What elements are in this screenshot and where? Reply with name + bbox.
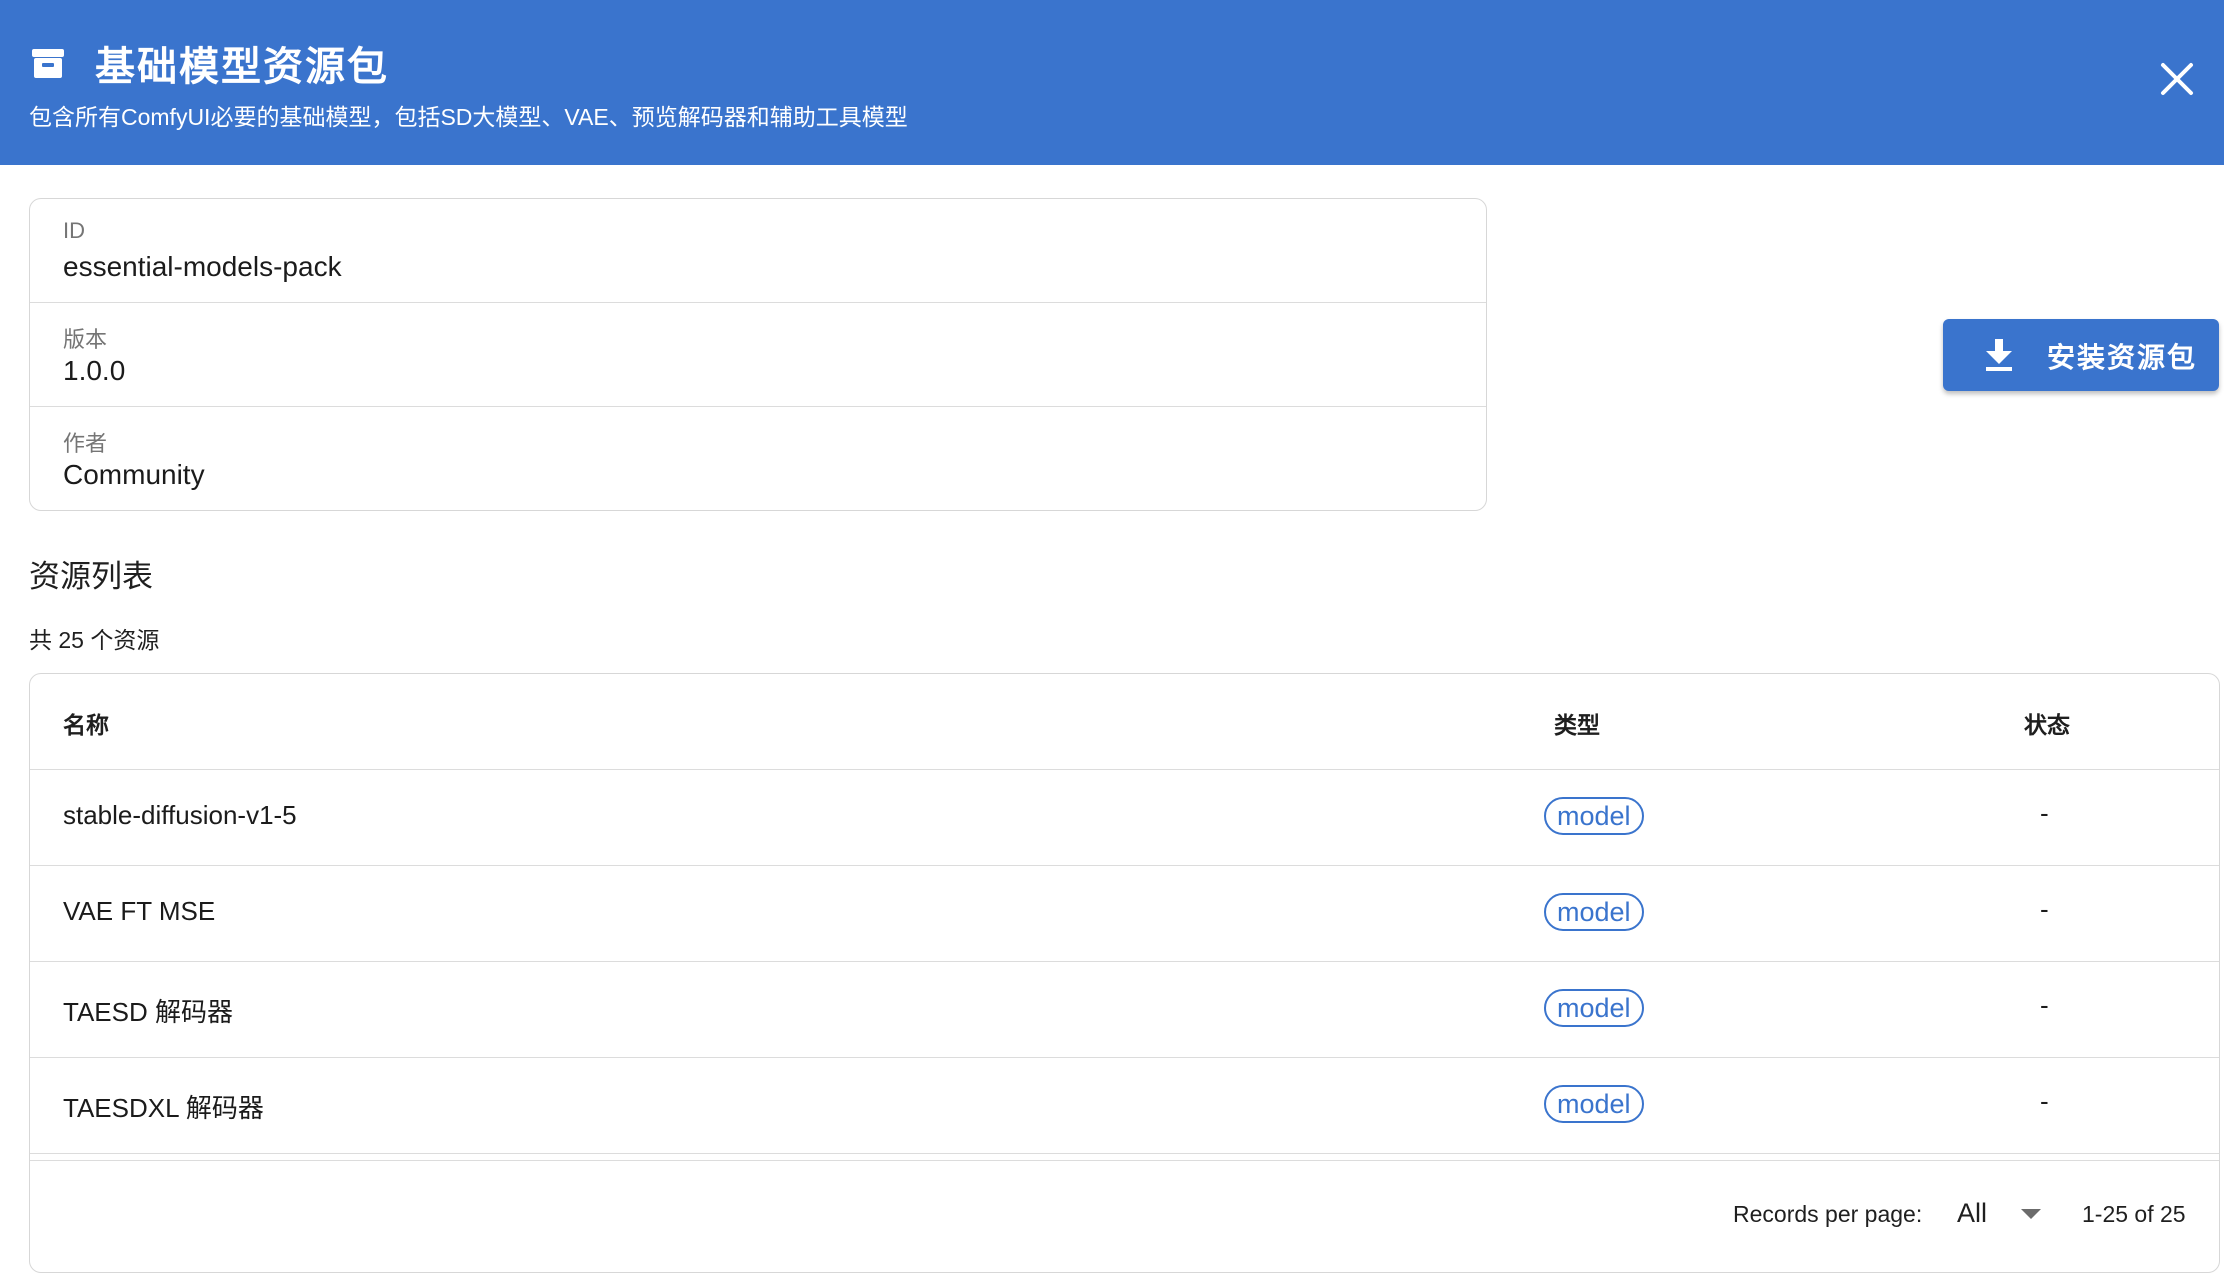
- resource-count: 共 25 个资源: [29, 627, 160, 653]
- resource-table: 名称 类型 状态 stable-diffusion-v1-5 model - V…: [29, 673, 2220, 1273]
- id-label: ID: [63, 218, 85, 243]
- download-icon: [1986, 339, 2012, 371]
- dialog-subtitle: 包含所有ComfyUI必要的基础模型，包括SD大模型、VAE、预览解码器和辅助工…: [29, 104, 908, 130]
- close-icon[interactable]: [2155, 57, 2199, 101]
- table-row[interactable]: stable-diffusion-v1-5 model -: [30, 770, 2219, 866]
- info-row-id: ID essential-models-pack: [30, 199, 1486, 303]
- resource-status: -: [2040, 894, 2049, 924]
- table-row[interactable]: TAESDXL 解码器 model -: [30, 1058, 2219, 1154]
- resource-status: -: [2040, 798, 2049, 828]
- id-value: essential-models-pack: [63, 251, 342, 282]
- version-label: 版本: [63, 327, 108, 352]
- author-label: 作者: [63, 431, 108, 456]
- resource-name: TAESD 解码器: [63, 997, 233, 1027]
- resource-status: -: [2040, 1086, 2049, 1116]
- type-chip: model: [1544, 1085, 1644, 1123]
- type-chip: model: [1544, 893, 1644, 931]
- table-row[interactable]: TAESD 解码器 model -: [30, 962, 2219, 1058]
- info-row-version: 版本 1.0.0: [30, 303, 1486, 407]
- records-per-page-select[interactable]: All: [1957, 1191, 2077, 1235]
- records-per-page-value: All: [1957, 1198, 1988, 1228]
- author-value: Community: [63, 459, 205, 490]
- resource-name: stable-diffusion-v1-5: [63, 800, 297, 830]
- install-package-button[interactable]: 安装资源包: [1943, 319, 2219, 391]
- caret-down-icon: [2021, 1209, 2041, 1219]
- column-header-name[interactable]: 名称: [63, 706, 109, 740]
- info-row-author: 作者 Community: [30, 407, 1486, 510]
- resource-name: TAESDXL 解码器: [63, 1093, 264, 1123]
- table-row[interactable]: VAE FT MSE model -: [30, 866, 2219, 962]
- version-value: 1.0.0: [63, 355, 126, 386]
- pagination-range: 1-25 of 25: [2082, 1201, 2186, 1227]
- resource-list-title: 资源列表: [29, 559, 153, 594]
- column-header-status[interactable]: 状态: [2024, 706, 2070, 740]
- table-footer: Records per page: All 1-25 of 25: [30, 1160, 2219, 1272]
- install-button-label: 安装资源包: [2047, 342, 2198, 373]
- dialog-header: 基础模型资源包 包含所有ComfyUI必要的基础模型，包括SD大模型、VAE、预…: [0, 0, 2224, 165]
- type-chip: model: [1544, 989, 1644, 1027]
- archive-box-icon: [32, 49, 64, 78]
- table-header: 名称 类型 状态: [30, 674, 2219, 770]
- resource-status: -: [2040, 990, 2049, 1020]
- records-per-page-label: Records per page:: [1733, 1201, 1923, 1227]
- package-info-card: ID essential-models-pack 版本 1.0.0 作者 Com…: [29, 198, 1487, 511]
- dialog-title: 基础模型资源包: [95, 45, 389, 89]
- column-header-type[interactable]: 类型: [1554, 706, 1600, 740]
- resource-name: VAE FT MSE: [63, 896, 216, 926]
- type-chip: model: [1544, 797, 1644, 835]
